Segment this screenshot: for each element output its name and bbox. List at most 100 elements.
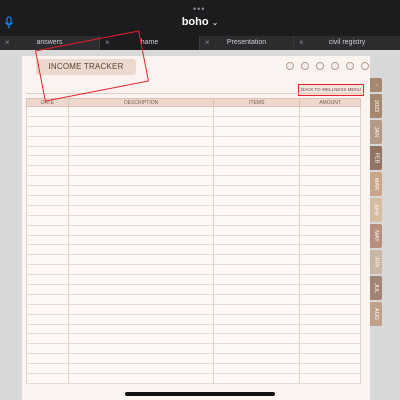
table-cell[interactable] bbox=[299, 215, 361, 226]
table-cell[interactable] bbox=[26, 264, 69, 276]
table-cell[interactable] bbox=[67, 116, 215, 127]
table-cell[interactable] bbox=[67, 314, 215, 325]
table-row[interactable] bbox=[26, 333, 361, 345]
table-cell[interactable] bbox=[67, 353, 215, 365]
close-icon[interactable]: × bbox=[299, 36, 304, 50]
table-row[interactable] bbox=[26, 373, 361, 384]
table-cell[interactable] bbox=[26, 205, 69, 216]
table-cell[interactable] bbox=[299, 284, 361, 295]
table-cell[interactable] bbox=[213, 205, 301, 216]
table-cell[interactable] bbox=[67, 136, 215, 147]
table-row[interactable] bbox=[26, 185, 361, 197]
table-row[interactable] bbox=[26, 274, 361, 286]
table-cell[interactable] bbox=[26, 353, 69, 365]
table-row[interactable] bbox=[26, 324, 361, 335]
table-cell[interactable] bbox=[213, 254, 301, 266]
table-row[interactable] bbox=[26, 353, 361, 365]
table-cell[interactable] bbox=[299, 264, 361, 276]
table-cell[interactable] bbox=[213, 155, 301, 167]
table-row[interactable] bbox=[26, 264, 361, 276]
target-icon[interactable] bbox=[316, 62, 324, 70]
settings-icon[interactable] bbox=[346, 62, 354, 70]
table-cell[interactable] bbox=[213, 195, 301, 206]
table-cell[interactable] bbox=[26, 165, 69, 177]
table-cell[interactable] bbox=[213, 175, 301, 187]
more-dots-button[interactable]: ••• bbox=[193, 4, 205, 14]
table-cell[interactable] bbox=[299, 343, 361, 355]
table-cell[interactable] bbox=[299, 155, 361, 167]
table-cell[interactable] bbox=[299, 314, 361, 325]
sidetab-jul[interactable]: JUL bbox=[370, 276, 382, 300]
table-cell[interactable] bbox=[26, 373, 69, 384]
back-to-wellness-menu-button[interactable]: BACK TO WELLNESS MENU bbox=[298, 84, 364, 96]
table-cell[interactable] bbox=[299, 136, 361, 147]
table-cell[interactable] bbox=[299, 116, 361, 127]
table-cell[interactable] bbox=[299, 353, 361, 365]
sidetab-2023[interactable]: 2023 bbox=[370, 94, 382, 118]
table-row[interactable] bbox=[26, 254, 361, 266]
table-cell[interactable] bbox=[213, 235, 301, 246]
sidetab-jan[interactable]: JAN bbox=[370, 120, 382, 144]
table-cell[interactable] bbox=[67, 235, 215, 246]
sidetab-apr[interactable]: APR bbox=[370, 198, 382, 222]
table-cell[interactable] bbox=[299, 175, 361, 187]
table-row[interactable] bbox=[26, 195, 361, 206]
table-cell[interactable] bbox=[213, 274, 301, 286]
table-cell[interactable] bbox=[213, 353, 301, 365]
table-cell[interactable] bbox=[26, 284, 69, 295]
table-cell[interactable] bbox=[26, 333, 69, 345]
table-cell[interactable] bbox=[26, 235, 69, 246]
table-row[interactable] bbox=[26, 294, 361, 305]
table-cell[interactable] bbox=[67, 343, 215, 355]
document-canvas[interactable]: INCOME TRACKER BACK TO WELLNESS MENU DAT… bbox=[0, 30, 400, 400]
table-cell[interactable] bbox=[213, 225, 301, 236]
table-cell[interactable] bbox=[67, 274, 215, 286]
table-cell[interactable] bbox=[67, 363, 215, 375]
table-cell[interactable] bbox=[26, 294, 69, 305]
table-row[interactable] bbox=[26, 126, 361, 137]
table-cell[interactable] bbox=[299, 146, 361, 157]
table-cell[interactable] bbox=[213, 343, 301, 355]
table-row[interactable] bbox=[26, 165, 361, 177]
table-cell[interactable] bbox=[213, 373, 301, 384]
table-cell[interactable] bbox=[26, 225, 69, 236]
table-cell[interactable] bbox=[299, 106, 361, 117]
table-cell[interactable] bbox=[67, 126, 215, 137]
table-cell[interactable] bbox=[299, 235, 361, 246]
table-row[interactable] bbox=[26, 205, 361, 216]
table-cell[interactable] bbox=[67, 195, 215, 206]
table-cell[interactable] bbox=[67, 284, 215, 295]
table-cell[interactable] bbox=[67, 165, 215, 177]
table-cell[interactable] bbox=[213, 106, 301, 117]
table-cell[interactable] bbox=[299, 244, 361, 256]
table-cell[interactable] bbox=[213, 244, 301, 256]
table-cell[interactable] bbox=[213, 294, 301, 305]
tab-civil-registry[interactable]: × civil registry bbox=[294, 36, 400, 50]
table-cell[interactable] bbox=[67, 185, 215, 197]
table-cell[interactable] bbox=[299, 363, 361, 375]
table-cell[interactable] bbox=[299, 205, 361, 216]
table-cell[interactable] bbox=[67, 205, 215, 216]
table-row[interactable] bbox=[26, 235, 361, 246]
table-cell[interactable] bbox=[67, 264, 215, 276]
table-cell[interactable] bbox=[213, 363, 301, 375]
table-cell[interactable] bbox=[213, 304, 301, 315]
sidetab-may[interactable]: MAY bbox=[370, 224, 382, 248]
table-cell[interactable] bbox=[26, 274, 69, 286]
table-cell[interactable] bbox=[26, 314, 69, 325]
table-cell[interactable] bbox=[26, 116, 69, 127]
table-cell[interactable] bbox=[213, 165, 301, 177]
table-cell[interactable] bbox=[26, 363, 69, 375]
table-cell[interactable] bbox=[299, 185, 361, 197]
table-cell[interactable] bbox=[26, 304, 69, 315]
smiley-icon[interactable] bbox=[361, 62, 369, 70]
sidetab-feb[interactable]: FEB bbox=[370, 146, 382, 170]
table-cell[interactable] bbox=[299, 165, 361, 177]
table-cell[interactable] bbox=[213, 314, 301, 325]
table-cell[interactable] bbox=[26, 126, 69, 137]
table-cell[interactable] bbox=[67, 373, 215, 384]
table-cell[interactable] bbox=[299, 225, 361, 236]
sidetab-mar[interactable]: MAR bbox=[370, 172, 382, 196]
gift-icon[interactable] bbox=[331, 62, 339, 70]
table-row[interactable] bbox=[26, 363, 361, 375]
